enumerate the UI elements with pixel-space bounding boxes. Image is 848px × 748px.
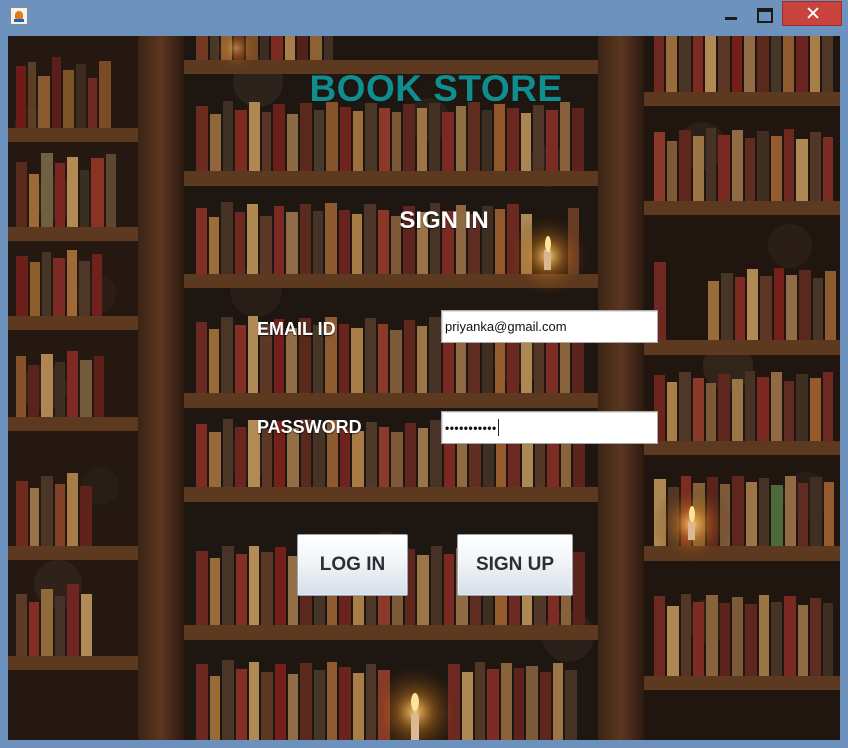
title-bar[interactable] [0, 0, 848, 32]
password-value: ••••••••••• [445, 420, 497, 435]
password-label: PASSWORD [257, 417, 362, 437]
minimize-button[interactable] [716, 3, 746, 27]
login-button[interactable]: LOG IN [297, 534, 408, 596]
sign-in-panel: BOOK STORE SIGN IN EMAIL ID priyanka@gma… [8, 36, 840, 740]
application-window: BOOK STORE SIGN IN EMAIL ID priyanka@gma… [0, 0, 848, 748]
email-field[interactable]: priyanka@gmail.com [441, 310, 658, 343]
email-label: EMAIL ID [257, 319, 336, 339]
signup-button[interactable]: SIGN UP [457, 534, 573, 596]
email-value: priyanka@gmail.com [445, 319, 567, 334]
sign-in-heading: SIGN IN [399, 207, 489, 234]
text-cursor [497, 419, 499, 436]
password-field[interactable]: ••••••••••• [441, 411, 658, 444]
app-title: BOOK STORE [309, 68, 563, 109]
close-button[interactable] [782, 1, 842, 26]
java-app-icon[interactable] [10, 7, 28, 25]
bookshelf-background [8, 36, 840, 740]
maximize-button[interactable] [749, 3, 779, 27]
